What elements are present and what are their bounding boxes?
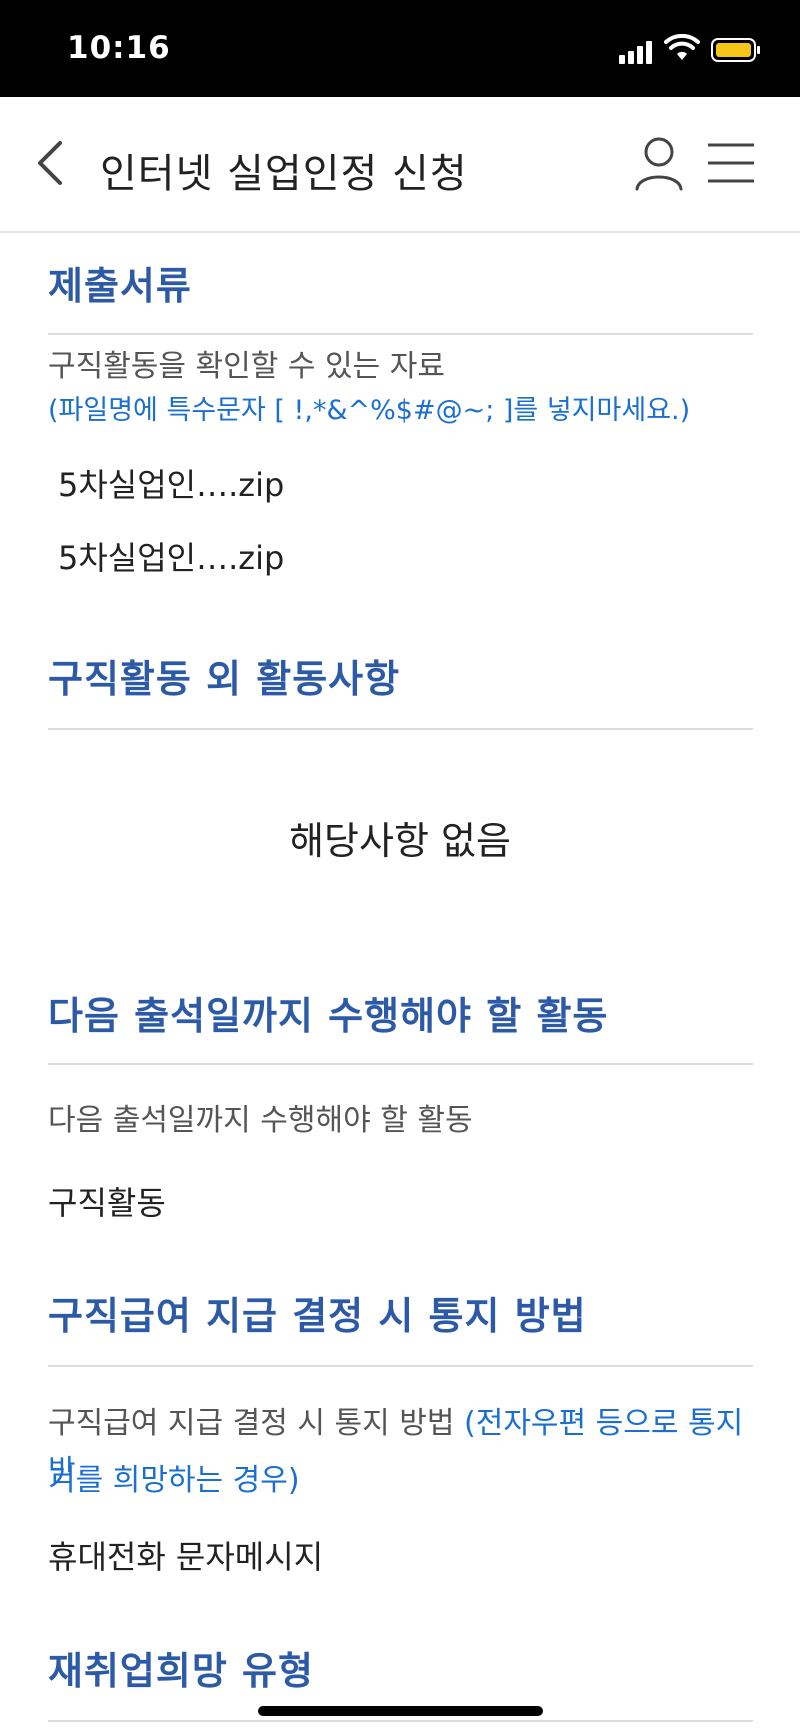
user-icon[interactable] [633, 135, 685, 191]
section-divider [48, 1720, 753, 1722]
battery-icon [711, 38, 760, 62]
status-time: 10:16 [67, 30, 171, 66]
attached-file-1[interactable]: 5차실업인….zip [58, 460, 284, 506]
section-divider [48, 333, 753, 335]
other-activities-section-title: 구직활동 외 활동사항 [48, 657, 401, 701]
next-activity-section-title: 다음 출석일까지 수행해야 할 활동 [48, 994, 609, 1038]
status-bar: 10:16 [0, 0, 800, 97]
filename-note: (파일명에 특수문자 [ !,*&^%$#@~; ]를 넣지마세요.) [48, 395, 691, 426]
documents-section-title: 제출서류 [48, 264, 192, 308]
menu-icon[interactable] [706, 142, 756, 184]
section-divider [48, 728, 753, 730]
other-activities-value: 해당사항 없음 [289, 819, 511, 863]
notification-value: 휴대전화 문자메시지 [48, 1538, 324, 1576]
notification-note-cont: 기를 희망하는 경우) [48, 1463, 300, 1498]
attached-file-2[interactable]: 5차실업인….zip [58, 533, 284, 579]
next-activity-value: 구직활동 [48, 1184, 166, 1222]
section-divider [48, 1365, 753, 1367]
reemployment-section-title: 재취업희망 유형 [48, 1649, 314, 1693]
cellular-signal-icon [619, 40, 655, 64]
documents-label: 구직활동을 확인할 수 있는 자료 [48, 349, 445, 384]
notification-section-title: 구직급여 지급 결정 시 통지 방법 [48, 1294, 587, 1338]
notification-label: 구직급여 지급 결정 시 통지 방법 [48, 1406, 455, 1441]
next-activity-label: 다음 출석일까지 수행해야 할 활동 [48, 1103, 473, 1138]
app-header: 인터넷 실업인정 신청 [0, 97, 800, 233]
section-divider [48, 1063, 753, 1065]
page-title: 인터넷 실업인정 신청 [100, 151, 468, 197]
wifi-icon [664, 34, 700, 60]
back-arrow-icon[interactable] [30, 133, 74, 193]
home-indicator [258, 1706, 543, 1716]
